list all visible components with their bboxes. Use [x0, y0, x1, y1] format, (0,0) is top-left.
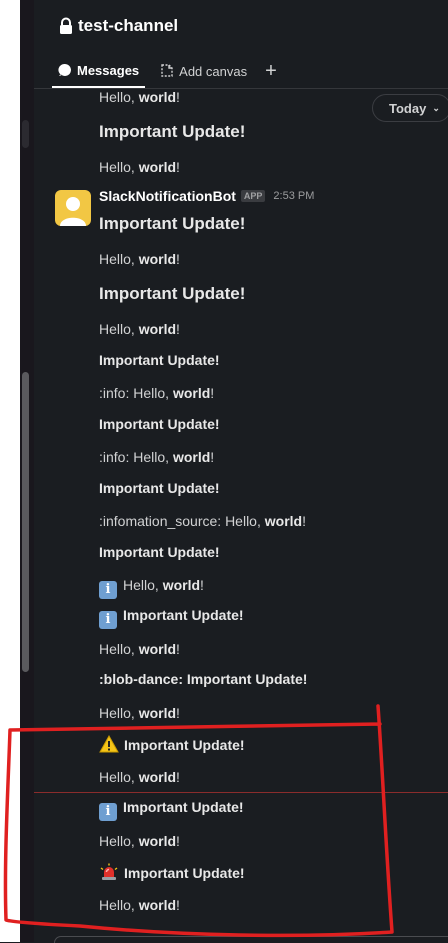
bold-text: world	[172, 385, 211, 401]
message-text: Hello, world!	[99, 769, 180, 785]
message-text: Hello, world!	[99, 321, 180, 337]
message-text: Hello, world!	[99, 641, 180, 657]
message-text: :info: Hello, world!	[99, 449, 215, 465]
new-messages-divider	[34, 792, 448, 793]
channel-view: test-channel Messages Add canvas + Today…	[34, 0, 448, 943]
lock-icon	[58, 17, 74, 35]
canvas-icon	[161, 64, 173, 77]
date-divider-pill[interactable]: Today ⌄	[372, 94, 448, 122]
message-heading: i Important Update!	[99, 799, 244, 821]
avatar[interactable]	[55, 190, 91, 226]
information-source-icon: i	[99, 803, 117, 821]
message-text: Hello, world!	[99, 705, 180, 721]
message-heading: i Important Update!	[99, 607, 244, 629]
bold-text: world	[138, 833, 177, 849]
message-heading: Important Update!	[99, 480, 220, 496]
message-heading: Important Update!	[99, 544, 220, 560]
message-text: :infomation_source: Hello, world!	[99, 513, 306, 529]
information-source-icon: i	[99, 611, 117, 629]
window-edge	[0, 0, 20, 942]
app-badge: APP	[240, 190, 266, 202]
tab-messages[interactable]: Messages	[52, 54, 146, 88]
bold-text: world	[138, 897, 177, 913]
message-heading: Important Update!	[99, 284, 246, 303]
bold-text: world	[138, 641, 177, 657]
date-label: Today	[389, 100, 427, 116]
message-heading: Important Update!	[99, 122, 246, 141]
bold-text: world	[172, 449, 211, 465]
message-bubble-icon	[58, 63, 71, 76]
bold-text: world	[138, 705, 177, 721]
message-feed: Hello, world! Important Update! Hello, w…	[34, 89, 448, 942]
message-heading: :blob-dance: Important Update!	[99, 671, 308, 687]
tab-add-canvas-label: Add canvas	[179, 63, 248, 79]
bold-text: world	[138, 159, 177, 175]
bold-text: world	[138, 251, 177, 267]
message-sender-row: SlackNotificationBot APP 2:53 PM	[99, 188, 314, 204]
sidebar-scroll-marker	[22, 120, 29, 148]
add-tab-button[interactable]: +	[265, 56, 277, 86]
bold-text: world	[264, 513, 303, 529]
bold-text: world	[162, 577, 201, 593]
tab-messages-label: Messages	[77, 62, 140, 78]
channel-name: test-channel	[78, 16, 179, 35]
information-source-icon: i	[99, 581, 117, 599]
rotating-light-icon	[99, 863, 119, 881]
channel-title[interactable]: test-channel	[58, 16, 178, 36]
message-text: Hello, world!	[99, 833, 180, 849]
sender-name[interactable]: SlackNotificationBot	[99, 188, 236, 204]
message-text: :info: Hello, world!	[99, 385, 215, 401]
message-text: Hello, world!	[99, 251, 180, 267]
message-heading: Important Update!	[99, 352, 220, 368]
bold-text: world	[138, 321, 177, 337]
message-heading: Important Update!	[99, 416, 220, 432]
message-text: Hello, world!	[99, 159, 180, 175]
message-heading: Important Update!	[99, 863, 245, 881]
warning-icon	[99, 734, 119, 753]
message-heading: Important Update!	[99, 734, 245, 753]
bold-text: world	[138, 769, 177, 785]
message-text: Hello, world!	[99, 897, 180, 913]
bold-text: world	[138, 89, 177, 105]
chevron-down-icon: ⌄	[432, 102, 440, 113]
message-timestamp[interactable]: 2:53 PM	[273, 190, 314, 202]
channel-header: test-channel Messages Add canvas +	[34, 0, 448, 89]
message-text: i Hello, world!	[99, 577, 204, 599]
sidebar-scrollbar-thumb[interactable]	[22, 372, 29, 672]
message-heading: Important Update!	[99, 214, 246, 233]
channel-tabs: Messages Add canvas +	[52, 54, 277, 88]
tab-add-canvas[interactable]: Add canvas	[153, 55, 253, 87]
message-text: Hello, world!	[99, 89, 180, 105]
